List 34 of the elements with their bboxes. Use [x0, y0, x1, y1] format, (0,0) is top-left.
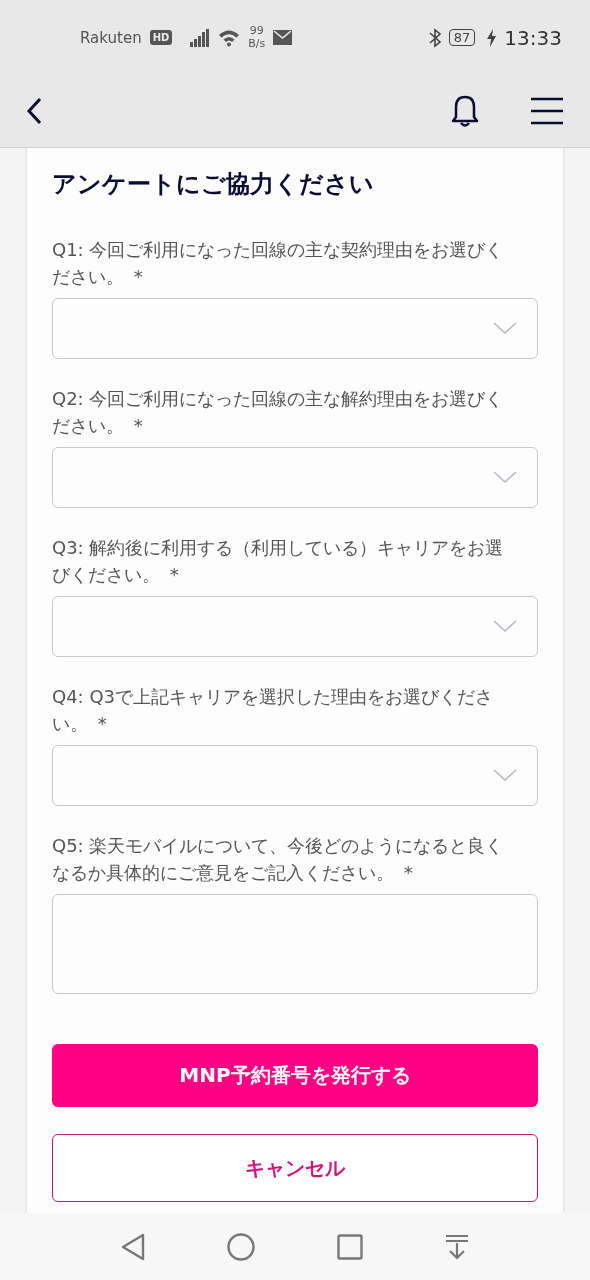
dropdown-field[interactable]	[52, 298, 538, 359]
hd-badge: HD	[149, 30, 173, 45]
network-speed-unit: B/s	[248, 37, 266, 51]
question-label: Q5: 楽天モバイルについて、今後どのようになると良くなるか具体的にご意見をご記入ください。 *	[52, 834, 505, 885]
text-area-field[interactable]	[52, 894, 538, 994]
chevron-down-icon	[493, 471, 517, 484]
wifi-icon	[218, 28, 241, 47]
question-label: Q4: Q3で上記キャリアを選択した理由をお選びください。 *	[52, 685, 495, 736]
dropdown-field[interactable]	[52, 596, 538, 657]
charging-icon	[487, 28, 497, 47]
network-speed: 99	[249, 24, 264, 38]
clock: 13:33	[504, 25, 562, 50]
bluetooth-icon	[428, 27, 441, 48]
home-icon[interactable]	[227, 1232, 255, 1261]
chevron-down-icon	[493, 769, 517, 782]
question-label: Q2: 今回ご利用になった回線の主な解約理由をお選びください。 *	[52, 387, 505, 438]
survey-title: アンケートにご協力ください	[52, 169, 375, 200]
cancel-button[interactable]: キャンセル	[52, 1134, 538, 1202]
carrier-name: Rakuten	[80, 28, 142, 47]
bell-icon[interactable]	[450, 94, 480, 128]
dropdown-field[interactable]	[52, 447, 538, 508]
recents-icon[interactable]	[337, 1233, 363, 1260]
dropdown-field[interactable]	[52, 745, 538, 806]
battery-indicator: 87	[448, 29, 476, 46]
chevron-down-icon	[493, 620, 517, 633]
question-label: Q1: 今回ご利用になった回線の主な契約理由をお選びください。 *	[52, 238, 505, 289]
menu-icon[interactable]	[530, 97, 564, 125]
chevron-down-icon	[493, 322, 517, 335]
mail-icon	[273, 30, 293, 45]
download-icon[interactable]	[445, 1233, 469, 1260]
question-label: Q3: 解約後に利用する（利用している）キャリアをお選びください。 *	[52, 536, 505, 587]
issue-button[interactable]: MNP予約番号を発行する	[52, 1044, 538, 1107]
back-icon[interactable]	[26, 97, 42, 125]
signal-icon	[190, 28, 211, 47]
